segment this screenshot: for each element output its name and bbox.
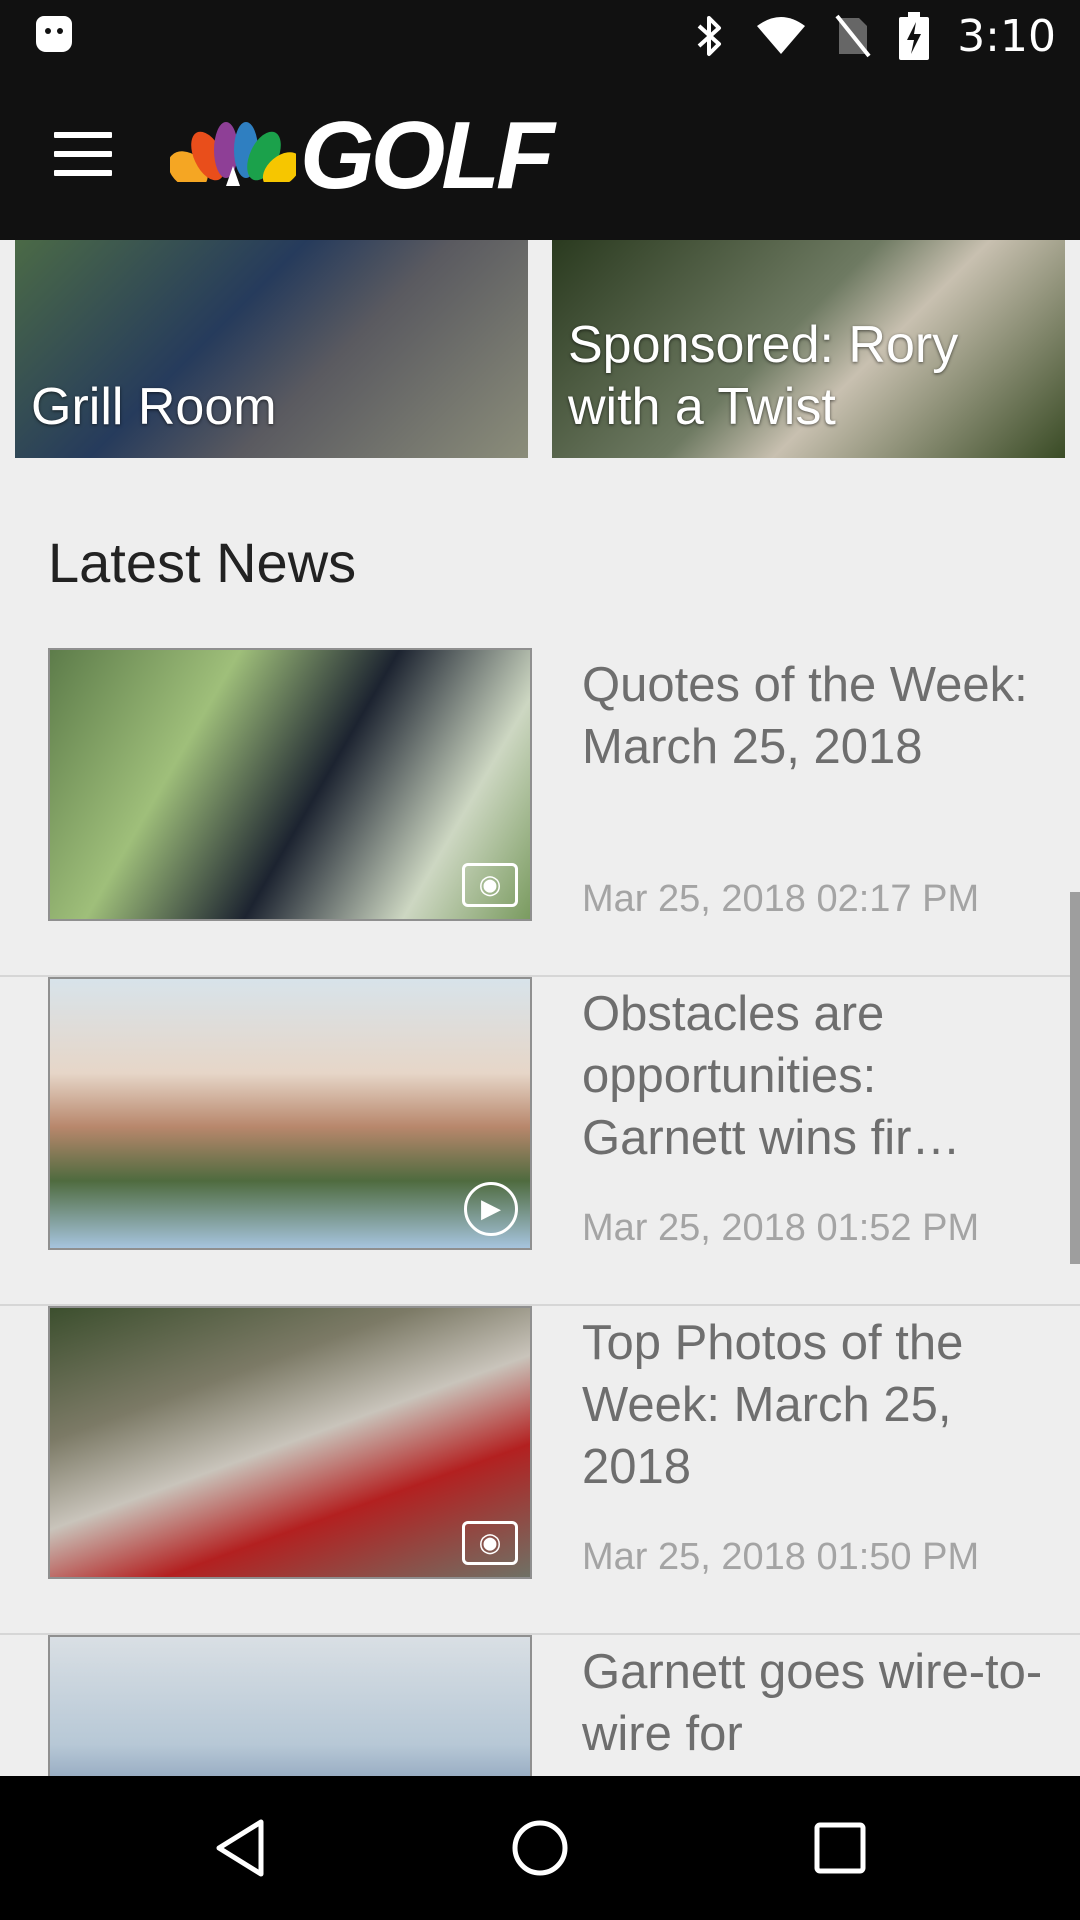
news-timestamp: Mar 25, 2018 02:17 PM — [582, 878, 980, 920]
news-thumbnail: ◉ — [48, 1306, 532, 1579]
no-sim-icon — [835, 14, 871, 58]
news-headline: Quotes of the Week: March 25, 2018 — [582, 658, 1028, 774]
nbc-peacock-logo — [170, 122, 296, 196]
play-icon: ▶ — [464, 1182, 518, 1236]
home-button[interactable] — [450, 1776, 630, 1920]
back-icon — [216, 1819, 264, 1877]
back-button[interactable] — [150, 1776, 330, 1920]
scrollbar[interactable] — [1070, 892, 1080, 1264]
brand-logo[interactable]: GOLF — [170, 102, 555, 209]
featured-tile-grill-room[interactable]: Grill Room — [15, 240, 528, 458]
featured-tile-rory[interactable]: Sponsored: Rory with a Twist — [552, 240, 1065, 458]
news-headline: Obstacles are opportunities: Garnett win… — [582, 987, 961, 1165]
news-timestamp: Mar 25, 2018 01:52 PM — [582, 1207, 980, 1249]
tile-caption: Grill Room — [31, 378, 277, 436]
status-icons: 3:10 — [693, 0, 1056, 72]
news-timestamp: Mar 25, 2018 01:50 PM — [582, 1536, 980, 1578]
list-item[interactable]: ▶ Obstacles are opportunities: Garnett w… — [0, 977, 1080, 1306]
android-debug-icon — [36, 16, 72, 52]
news-thumbnail: ◉ — [48, 648, 532, 921]
news-thumbnail — [48, 1635, 532, 1776]
status-bar: 3:10 — [0, 0, 1080, 72]
battery-charging-icon — [899, 12, 930, 60]
app-bar: GOLF — [0, 72, 1080, 240]
news-headline: Top Photos of the Week: March 25, 2018 — [582, 1316, 964, 1494]
home-icon — [512, 1820, 568, 1876]
tile-caption: Sponsored: Rory with a Twist — [568, 316, 959, 436]
list-item[interactable]: Garnett goes wire-to-wire for — [0, 1635, 1080, 1776]
news-list: ◉ Quotes of the Week: March 25, 2018 Mar… — [0, 648, 1080, 1776]
navigation-bar — [0, 1776, 1080, 1920]
recent-apps-icon — [814, 1822, 866, 1874]
screen: 3:10 GOLF Grill Room Sponsored: Rory wit… — [0, 0, 1080, 1920]
list-item[interactable]: ◉ Quotes of the Week: March 25, 2018 Mar… — [0, 648, 1080, 977]
list-item[interactable]: ◉ Top Photos of the Week: March 25, 2018… — [0, 1306, 1080, 1635]
news-headline: Garnett goes wire-to-wire for — [582, 1645, 1043, 1761]
bluetooth-icon — [697, 16, 722, 56]
hamburger-menu-icon[interactable] — [54, 132, 112, 176]
wifi-icon — [757, 17, 806, 54]
status-time: 3:10 — [957, 10, 1056, 62]
brand-text: GOLF — [300, 102, 555, 209]
camera-icon: ◉ — [462, 1521, 518, 1565]
recent-apps-button[interactable] — [750, 1776, 930, 1920]
camera-icon: ◉ — [462, 863, 518, 907]
section-title: Latest News — [48, 531, 357, 594]
news-thumbnail: ▶ — [48, 977, 532, 1250]
featured-tiles: Grill Room Sponsored: Rory with a Twist — [0, 240, 1080, 458]
content-area[interactable]: Grill Room Sponsored: Rory with a Twist … — [0, 240, 1080, 1776]
